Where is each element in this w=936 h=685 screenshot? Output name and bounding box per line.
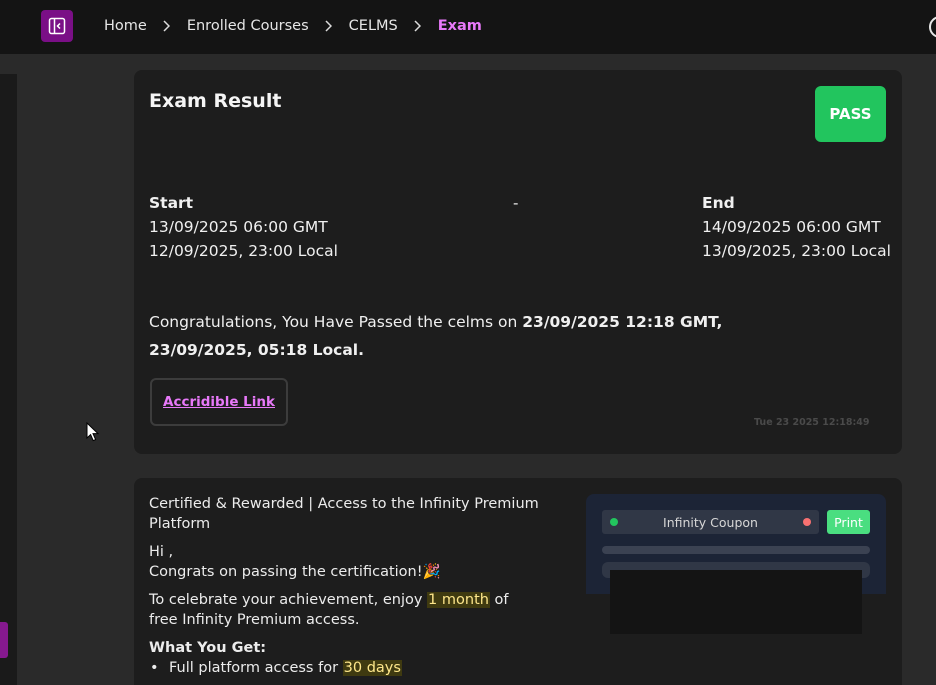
exam-result-card: Exam Result PASS Start 13/09/2025 06:00 … — [134, 70, 902, 454]
chevron-right-icon — [162, 20, 170, 32]
start-local: 12/09/2025, 23:00 Local — [149, 242, 338, 260]
congrats-prefix: Congratulations, You Have Passed the cel… — [149, 313, 523, 331]
passed-local: 23/09/2025, 05:18 Local. — [149, 341, 364, 359]
breadcrumb-course[interactable]: CELMS — [349, 18, 398, 34]
exam-result-title: Exam Result — [149, 90, 282, 112]
green-dot-icon — [610, 518, 618, 526]
benefit-item: Full platform access for 30 days — [149, 658, 539, 678]
promo-content: Certified & Rewarded | Access to the Inf… — [149, 494, 539, 678]
start-block: Start 13/09/2025 06:00 GMT 12/09/2025, 2… — [149, 191, 338, 263]
result-timestamp: Tue 23 2025 12:18:49 — [754, 417, 870, 428]
end-label: End — [702, 194, 735, 212]
breadcrumb-enrolled-courses[interactable]: Enrolled Courses — [187, 18, 309, 34]
user-circle-icon[interactable] — [929, 16, 936, 38]
print-button[interactable]: Print — [827, 510, 870, 534]
sidebar-toggle-button[interactable] — [41, 10, 73, 42]
celebrate-prefix: To celebrate your achievement, enjoy — [149, 592, 428, 608]
start-label: Start — [149, 194, 194, 212]
breadcrumb: Home Enrolled Courses CELMS Exam — [104, 16, 482, 36]
mouse-pointer-icon — [86, 422, 100, 442]
coupon-label-bar: Infinity Coupon — [602, 510, 819, 534]
chevron-right-icon — [413, 20, 421, 32]
benefits-list: Full platform access for 30 days — [149, 658, 539, 678]
date-separator: - — [513, 194, 519, 212]
pass-status-badge: PASS — [815, 86, 886, 142]
congratulations-message: Congratulations, You Have Passed the cel… — [149, 308, 799, 364]
what-you-get-heading: What You Get: — [149, 640, 267, 656]
sidebar-collapse-icon — [48, 17, 66, 35]
promo-congrats: Congrats on passing the certification! — [149, 564, 423, 580]
start-gmt: 13/09/2025 06:00 GMT — [149, 218, 328, 236]
coupon-placeholder-bar — [602, 546, 870, 554]
promo-congrats-line: Congrats on passing the certification!🎉 — [149, 562, 539, 582]
promo-celebrate: To celebrate your achievement, enjoy 1 m… — [149, 590, 539, 630]
breadcrumb-current-exam: Exam — [437, 18, 482, 34]
party-popper-icon: 🎉 — [422, 564, 441, 580]
accredible-link-button[interactable]: Accridible Link — [150, 378, 288, 426]
top-bar: Home Enrolled Courses CELMS Exam — [0, 0, 936, 54]
sidebar-active-indicator[interactable] — [0, 622, 8, 658]
chevron-right-icon — [324, 20, 332, 32]
end-gmt: 14/09/2025 06:00 GMT — [702, 218, 881, 236]
promo-heading: Certified & Rewarded | Access to the Inf… — [149, 496, 539, 532]
coupon-overlay-block — [610, 570, 862, 634]
breadcrumb-home[interactable]: Home — [104, 18, 147, 34]
sidebar-rail — [0, 74, 17, 685]
benefit-highlight: 30 days — [342, 660, 402, 676]
promo-greeting: Hi , — [149, 544, 174, 560]
red-dot-icon — [803, 518, 811, 526]
passed-gmt: 23/09/2025 12:18 GMT, — [522, 313, 723, 331]
premium-reward-card: Certified & Rewarded | Access to the Inf… — [134, 478, 902, 685]
benefit-text: Full platform access for — [169, 660, 343, 676]
free-period-highlight: 1 month — [427, 592, 490, 608]
end-local: 13/09/2025, 23:00 Local — [702, 242, 891, 260]
end-block: End 14/09/2025 06:00 GMT 13/09/2025, 23:… — [702, 191, 891, 263]
coupon-label: Infinity Coupon — [663, 514, 758, 530]
